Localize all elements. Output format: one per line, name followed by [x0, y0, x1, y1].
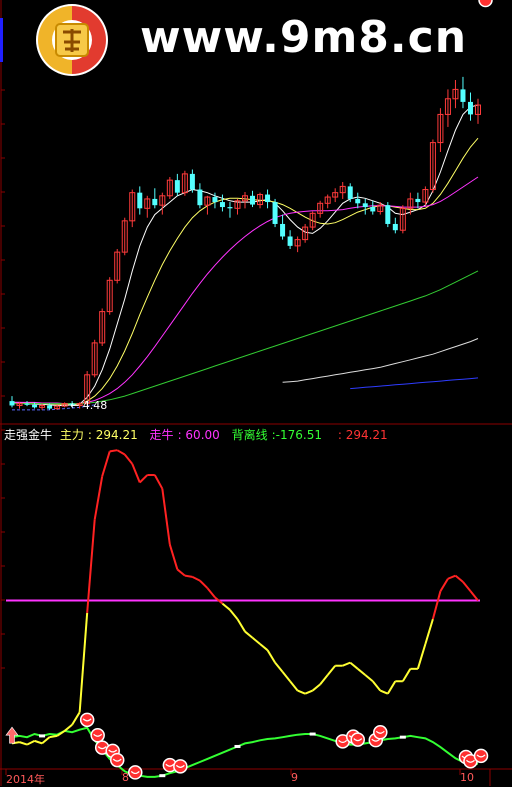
candle-body	[250, 195, 256, 205]
candle-body	[152, 198, 158, 206]
candle-body	[362, 203, 368, 208]
legend-divergence: 背离线:-176.51	[231, 428, 322, 442]
candle-body	[385, 205, 391, 224]
legend-divergence-name: 背离线	[231, 428, 268, 442]
signal-ball-icon	[173, 759, 188, 774]
candle-body	[265, 194, 271, 203]
candle-body	[197, 189, 203, 206]
chart-canvas	[0, 0, 512, 786]
x-tick-label: 2014年	[6, 773, 45, 786]
divergence-marker	[234, 744, 241, 748]
legend-main-force-name: 主力	[59, 428, 84, 442]
candle-body	[370, 207, 376, 212]
main-force-segment	[184, 574, 193, 578]
signal-ball-icon	[109, 752, 125, 768]
legend-main-force: 主力: 294.21	[59, 428, 138, 442]
candle-body	[9, 401, 15, 406]
divergence-marker	[159, 774, 166, 778]
signal-ball-icon	[478, 0, 493, 8]
candle-body	[287, 236, 293, 246]
signal-ball-icon	[90, 728, 105, 743]
candle-body	[467, 101, 473, 115]
signal-ball-icon	[79, 712, 95, 728]
signal-ball-icon	[373, 725, 388, 740]
candle-body	[355, 198, 361, 204]
site-logo-icon	[36, 4, 108, 76]
signal-ball-icon	[473, 748, 489, 764]
candle-body	[219, 202, 225, 208]
candle-body	[212, 197, 218, 203]
x-tick-label: 9	[291, 771, 298, 784]
indicator-legend: 走强金牛 主力: 294.21 走牛: 60.00 背离线:-176.51 : …	[4, 427, 396, 443]
candle-body	[174, 180, 180, 193]
main-force-segment	[109, 449, 118, 453]
candle-body	[460, 89, 466, 102]
legend-bull-name: 走牛	[149, 428, 174, 442]
x-tick-label: 8	[122, 771, 129, 784]
divergence-marker	[309, 732, 316, 736]
candle-body	[392, 223, 398, 231]
candle-body	[347, 186, 353, 199]
candle-body	[47, 405, 53, 409]
divergence-marker	[399, 735, 406, 739]
left-edge-marker	[0, 18, 3, 62]
candle-body	[24, 403, 30, 405]
signal-ball-icon	[350, 732, 365, 747]
candle-body	[227, 207, 233, 209]
candle-body	[280, 223, 286, 237]
candle-body	[137, 192, 143, 209]
price-annotation-value: 4.48	[82, 399, 108, 412]
legend-extra-value: 294.21	[345, 428, 388, 442]
candle-body	[189, 173, 195, 190]
legend-bull: 走牛: 60.00	[149, 428, 220, 442]
legend-divergence-value: -176.51	[275, 428, 322, 442]
legend-bull-value: 60.00	[185, 428, 220, 442]
signal-ball-icon	[128, 765, 143, 780]
candle-body	[272, 202, 278, 224]
indicator-title: 走强金牛	[4, 428, 53, 442]
main-force-segment	[49, 734, 58, 739]
divergence-marker	[39, 734, 46, 738]
watermark-text: www.9m8.cn	[140, 12, 468, 63]
candle-body	[32, 404, 38, 408]
chart-background	[0, 0, 512, 786]
legend-main-force-value: 294.21	[95, 428, 138, 442]
x-tick-label: 10	[460, 771, 474, 784]
legend-extra: : 294.21	[337, 428, 388, 442]
price-annotation: ← 4.48	[70, 399, 108, 412]
candle-body	[415, 198, 421, 203]
